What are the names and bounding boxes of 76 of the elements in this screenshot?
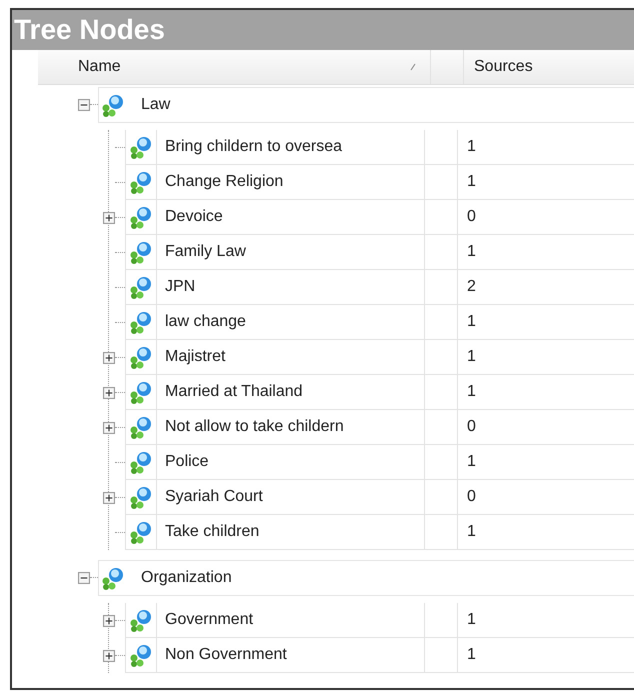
tree-row[interactable]: Devoice 0 [125,200,634,235]
node-icon [101,566,125,590]
node-name: Government [157,603,425,637]
node-icon [129,485,153,509]
expand-toggle[interactable] [103,422,115,434]
expand-toggle[interactable] [103,614,115,626]
node-name: Change Religion [157,165,425,199]
column-label: Name [78,58,121,76]
tree-row[interactable]: Syariah Court 0 [125,480,634,515]
node-icon [129,415,153,439]
tree-row[interactable]: Police 1 [125,445,634,480]
expand-toggle[interactable] [103,386,115,398]
tree-row[interactable]: Married at Thailand 1 [125,375,634,410]
collapse-toggle[interactable] [78,572,90,584]
column-label: Sources [474,58,533,76]
sources-cell-text: 1 [466,382,477,402]
node-name: Syariah Court [157,480,425,514]
sources-cell-text: 1 [466,137,477,157]
sources-cell-text: 1 [466,172,477,192]
node-icon [129,520,153,544]
node-icon [129,170,153,194]
tree-row[interactable]: Bring childern to oversea 1 [125,130,634,165]
sources-cell-text: 0 [466,207,477,227]
tree-row[interactable]: JPN 2 [125,270,634,305]
node-name: Not allow to take childern [157,410,425,444]
sources-cell-text: 1 [466,452,477,472]
sources-cell-text: 1 [466,347,477,367]
node-icon [129,345,153,369]
expand-toggle[interactable] [103,492,115,504]
node-icon [129,643,153,667]
column-header[interactable]: Name [38,50,430,84]
node-icon [129,275,153,299]
node-name: Devoice [157,200,425,234]
sources-cell-text: 1 [466,522,477,542]
node-icon [101,92,125,116]
sources-cell-text: 1 [466,312,477,332]
tree-row[interactable]: Government 1 [125,603,634,638]
node-name: Organization [141,568,232,586]
node-icon [129,135,153,159]
tree-row[interactable]: Family Law 1 [125,235,634,270]
node-icon [129,205,153,229]
sources-cell-text: 2 [466,277,477,297]
window-title: Tree Nodes [12,10,634,50]
node-name: Police [157,445,425,479]
node-icon [129,450,153,474]
collapse-toggle[interactable] [78,98,90,110]
node-name: Family Law [157,235,425,269]
node-name: Non Government [157,638,425,672]
sources-cell-text: 0 [466,487,477,507]
node-icon [129,240,153,264]
node-name: law change [157,305,425,339]
tree-row[interactable]: Change Religion 1 [125,165,634,200]
node-icon [129,608,153,632]
sources-cell-text: 1 [466,645,477,665]
tree-row[interactable]: Non Government 1 [125,638,634,673]
node-icon [129,310,153,334]
sources-cell-text: 1 [466,242,477,262]
node-name: Bring childern to oversea [157,130,425,164]
node-name: JPN [157,270,425,304]
node-name: Law [141,96,170,114]
tree-node[interactable]: Law [98,86,634,122]
tree-row[interactable]: Take children 1 [125,515,634,550]
tree-row[interactable]: Not allow to take childern 0 [125,410,634,445]
node-name: Take children [157,515,425,549]
node-name: Majistret [157,340,425,374]
node-name: Married at Thailand [157,375,425,409]
tree-row[interactable]: Majistret 1 [125,340,634,375]
sources-cell-text: 1 [466,610,477,630]
expand-toggle[interactable] [103,650,115,662]
expand-toggle[interactable] [103,352,115,364]
tree-node[interactable]: Organization [98,560,634,596]
column-header[interactable]: Sources [464,50,634,84]
node-icon [129,380,153,404]
sources-cell-text: 0 [466,417,477,437]
expand-toggle[interactable] [103,212,115,224]
tree-row[interactable]: law change 1 [125,305,634,340]
